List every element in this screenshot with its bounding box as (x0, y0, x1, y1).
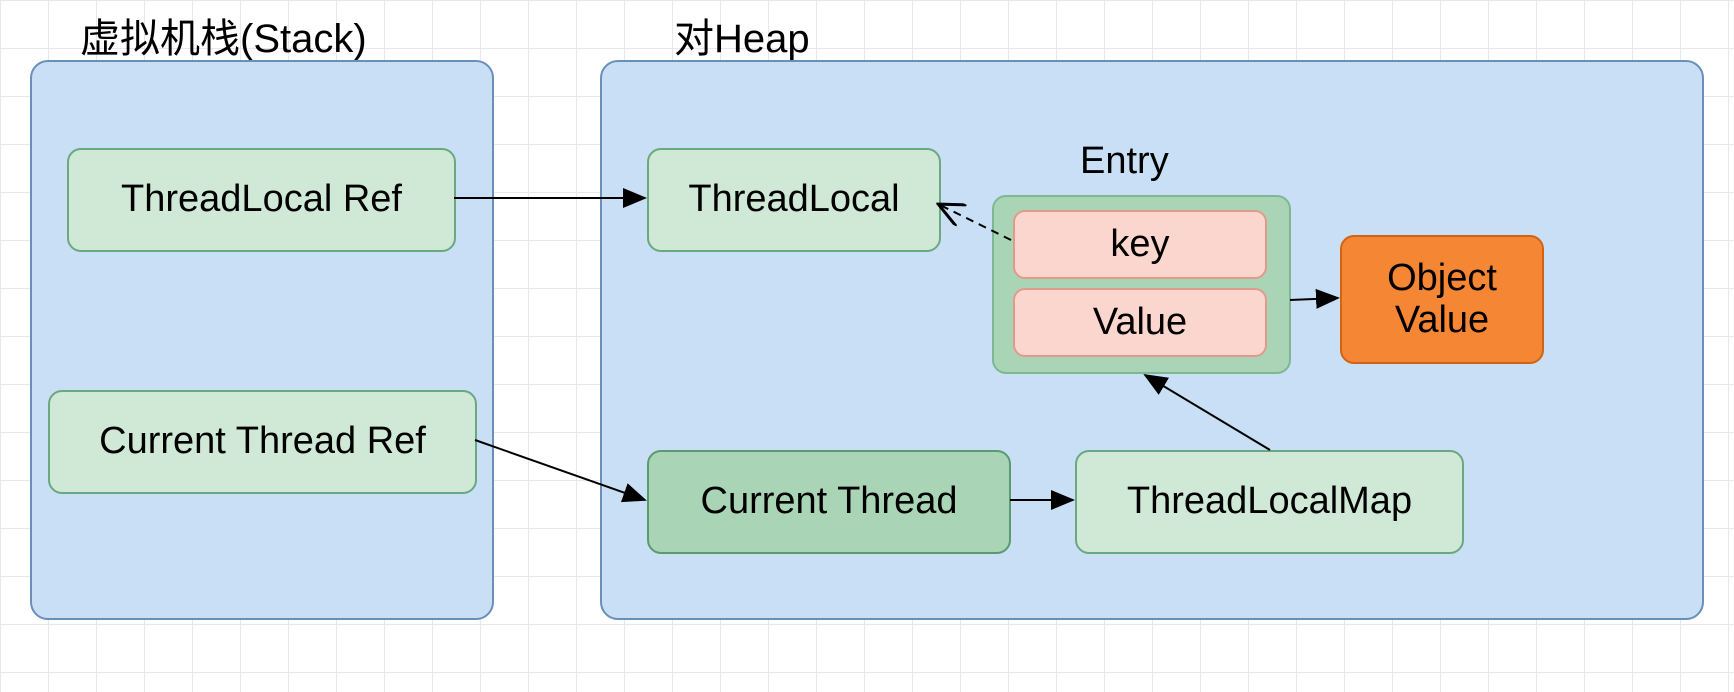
threadlocal-ref-box: ThreadLocal Ref (67, 148, 456, 252)
entry-key-box: key (1013, 210, 1267, 279)
object-value-box: Object Value (1340, 235, 1544, 364)
current-thread-ref-box: Current Thread Ref (48, 390, 477, 494)
threadlocalmap-box: ThreadLocalMap (1075, 450, 1464, 554)
entry-label: Entry (1080, 140, 1169, 183)
current-thread-box: Current Thread (647, 450, 1011, 554)
heap-title: 对Heap (674, 6, 810, 64)
stack-title: 虚拟机栈(Stack) (80, 6, 367, 64)
threadlocal-box: ThreadLocal (647, 148, 941, 252)
stack-container (30, 60, 494, 620)
entry-value-box: Value (1013, 288, 1267, 357)
